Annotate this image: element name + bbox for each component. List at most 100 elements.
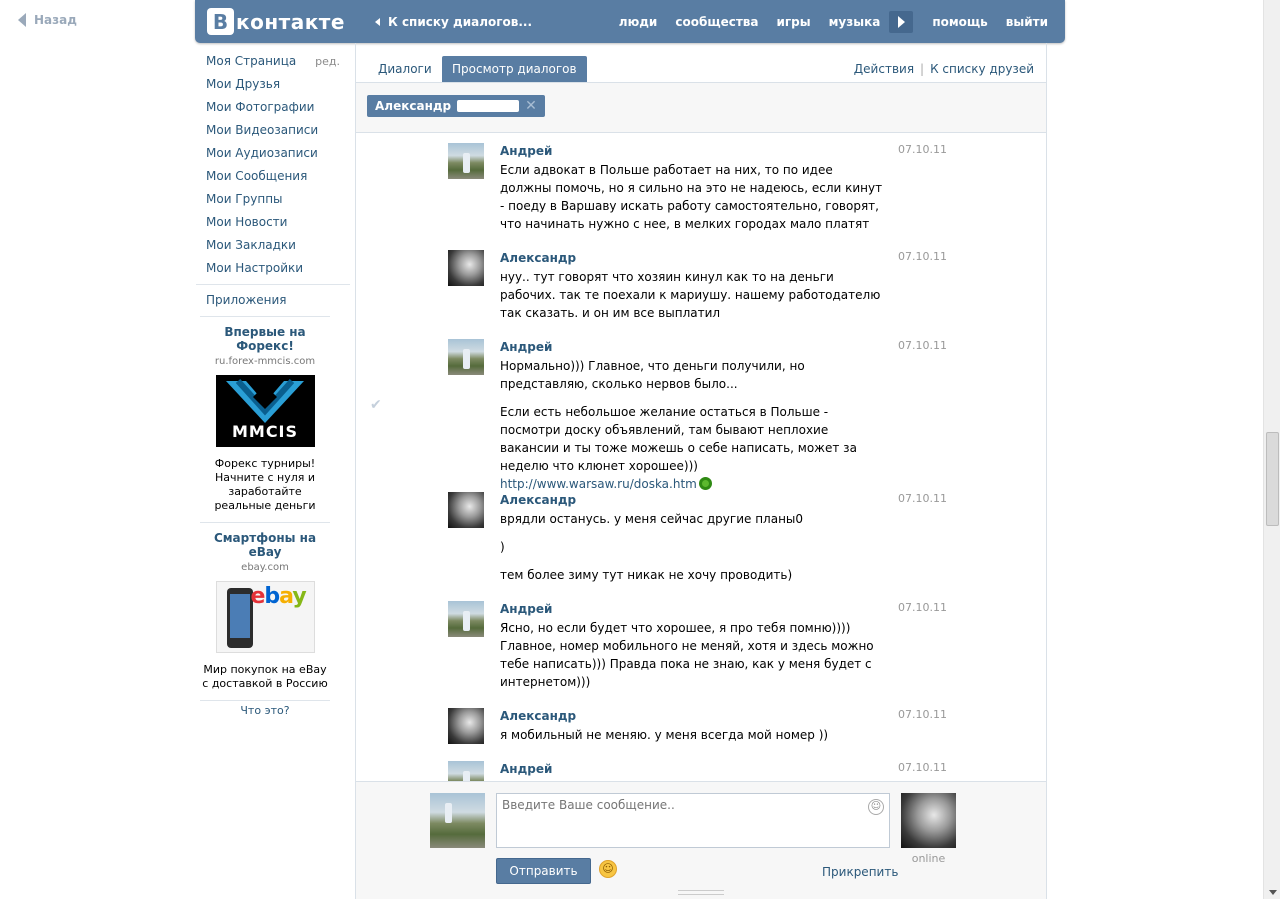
actions-link[interactable]: Действия [854, 62, 914, 76]
tabs-right-links: Действия | К списку друзей [854, 62, 1034, 76]
nav-communities[interactable]: сообщества [666, 15, 767, 29]
avatar[interactable] [448, 492, 484, 528]
attach-link[interactable]: Прикрепить [822, 865, 898, 879]
message-author[interactable]: Андрей [500, 761, 886, 777]
message-author[interactable]: Александр [500, 708, 886, 724]
message-date[interactable]: 07.10.11 [898, 761, 947, 774]
left-arrow-icon [374, 17, 380, 26]
side-item-apps[interactable]: Приложения [196, 289, 350, 312]
message-body: Андрей Ясно, но если будет что хорошее, … [500, 601, 886, 691]
message-body: Андрей [500, 761, 886, 777]
message-input[interactable] [497, 794, 889, 847]
edit-link[interactable]: ред. [315, 50, 340, 73]
message-author[interactable]: Александр [500, 492, 886, 508]
nav-people[interactable]: люди [610, 15, 667, 29]
side-item-groups[interactable]: Мои Группы [196, 188, 350, 211]
side-item-messages[interactable]: Мои Сообщения [196, 165, 350, 188]
tab-dialogs[interactable]: Диалоги [368, 56, 442, 82]
music-play-button[interactable] [889, 10, 914, 33]
send-button[interactable]: Отправить [496, 858, 591, 884]
my-avatar[interactable] [430, 793, 485, 848]
back-label: Назад [34, 13, 77, 27]
nav-logout[interactable]: выйти [997, 15, 1057, 29]
avatar[interactable] [448, 708, 484, 744]
ad-ebay[interactable]: Смартфоны на eBay ebay.com ebay Мир поку… [200, 531, 330, 701]
message-date[interactable]: 07.10.11 [898, 339, 947, 352]
message-input-box[interactable]: ☺ [496, 793, 890, 848]
ads-what-is-this-link[interactable]: Что это? [200, 704, 330, 717]
message-author[interactable]: Александр [500, 250, 886, 266]
message-paragraph: Если есть небольшое желание остаться в П… [500, 403, 886, 493]
message-author[interactable]: Андрей [500, 339, 886, 355]
divider [200, 522, 330, 523]
recipient-name: Александр [375, 99, 452, 113]
vk-logo[interactable]: В контакте [207, 7, 345, 37]
message-item: Андрей Ясно, но если будет что хорошее, … [356, 593, 1046, 700]
side-item-bookmarks[interactable]: Мои Закладки [196, 234, 350, 257]
side-item-my-page[interactable]: Моя Страница ред. [196, 50, 350, 73]
side-menu: Моя Страница ред. Мои Друзья Мои Фотограф… [196, 50, 350, 717]
emoji-picker-icon[interactable]: ☺ [868, 799, 884, 815]
scrollbar-thumb[interactable] [1266, 432, 1279, 526]
page-scrollbar[interactable] [1263, 0, 1280, 899]
message-body: Александр врядли останусь. у меня сейчас… [500, 492, 886, 584]
message-date[interactable]: 07.10.11 [898, 250, 947, 263]
message-body: Андрей Нормально))) Главное, что деньги … [500, 339, 886, 493]
nav-music[interactable]: музыка [820, 15, 890, 29]
message-item: Александр нуу.. тут говорят что хозяин к… [356, 242, 1046, 331]
avatar[interactable] [448, 761, 484, 781]
tab-view-dialogs[interactable]: Просмотр диалогов [442, 56, 587, 82]
read-check-icon: ✔ [370, 397, 382, 413]
avatar[interactable] [448, 143, 484, 179]
ad-title[interactable]: Смартфоны на eBay [200, 531, 330, 559]
message-text: нуу.. тут говорят что хозяин кинул как т… [500, 268, 886, 322]
avatar[interactable] [448, 250, 484, 286]
ad-title[interactable]: Впервые на Форекс! [200, 325, 330, 353]
ad-image-mmcis-logo[interactable]: MMCIS [215, 375, 315, 447]
redacted-surname [457, 100, 520, 112]
to-friends-link[interactable]: К списку друзей [930, 62, 1034, 76]
side-item-photos[interactable]: Мои Фотографии [196, 96, 350, 119]
side-item-audio[interactable]: Мои Аудиозаписи [196, 142, 350, 165]
back-link[interactable]: Назад [18, 13, 77, 27]
remove-recipient-icon[interactable]: ✕ [525, 95, 537, 117]
nav-games[interactable]: игры [768, 15, 820, 29]
back-to-dialogs-link[interactable]: К списку диалогов... [374, 14, 533, 29]
avatar[interactable] [448, 339, 484, 375]
avatar[interactable] [448, 601, 484, 637]
divider [196, 284, 350, 285]
recipient-token[interactable]: Александр ✕ [367, 95, 545, 117]
smile-icon[interactable]: ☺ [599, 860, 617, 878]
message-author[interactable]: Андрей [500, 143, 886, 159]
ad-description: Форекс турниры! Начните с нуля и заработ… [214, 457, 316, 512]
side-item-settings[interactable]: Мои Настройки [196, 257, 350, 280]
compose-area: ☺ online Отправить ☺ Прикрепить [356, 781, 1046, 899]
message-body: Андрей Если адвокат в Польше работает на… [500, 143, 886, 233]
peer-avatar[interactable] [901, 793, 956, 848]
message-paragraph: тем более зиму тут никак не хочу проводи… [500, 568, 793, 582]
vk-logo-icon: В [207, 8, 234, 35]
resize-grip-icon[interactable] [678, 890, 724, 895]
side-item-news[interactable]: Мои Новости [196, 211, 350, 234]
ad-domain: ru.forex-mmcis.com [214, 356, 316, 367]
scroll-down-arrow-icon[interactable] [1269, 890, 1277, 895]
nav-help[interactable]: помощь [923, 15, 996, 29]
message-text: Если адвокат в Польше работает на них, т… [500, 161, 886, 233]
ebay-logo-icon: ebay [250, 584, 307, 609]
message-item: ✔ Андрей Нормально))) Главное, что деньг… [356, 331, 1046, 491]
ad-domain: ebay.com [241, 562, 289, 573]
message-date[interactable]: 07.10.11 [898, 143, 947, 156]
message-author[interactable]: Андрей [500, 601, 886, 617]
side-item-friends[interactable]: Мои Друзья [196, 73, 350, 96]
ad-image-ebay[interactable]: ebay [215, 581, 315, 653]
message-paragraph: нуу.. тут говорят что хозяин кинул как т… [500, 270, 881, 320]
back-to-dialogs-label: К списку диалогов... [387, 14, 533, 29]
message-date[interactable]: 07.10.11 [898, 492, 947, 505]
side-item-videos[interactable]: Мои Видеозаписи [196, 119, 350, 142]
message-paragraph: Если адвокат в Польше работает на них, т… [500, 163, 883, 231]
back-arrow-icon [18, 13, 26, 27]
ad-forex[interactable]: Впервые на Форекс! ru.forex-mmcis.com MM… [200, 325, 330, 523]
message-item: Андрей 07.10.11 [356, 753, 1046, 781]
message-date[interactable]: 07.10.11 [898, 708, 947, 721]
message-date[interactable]: 07.10.11 [898, 601, 947, 614]
